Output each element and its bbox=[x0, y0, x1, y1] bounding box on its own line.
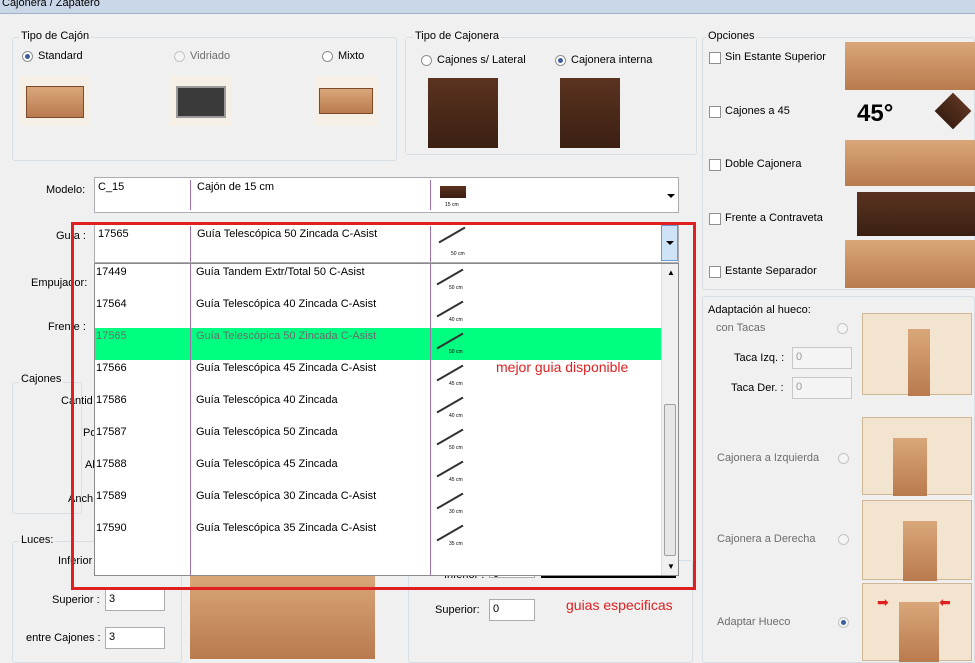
cajones-lateral-radio[interactable] bbox=[421, 55, 432, 66]
sin-estante-label: Sin Estante Superior bbox=[725, 51, 826, 63]
estante-separador-checkbox[interactable] bbox=[709, 266, 721, 278]
cajones-45-checkbox[interactable] bbox=[709, 106, 721, 118]
tipo-cajon-label: Tipo de Cajón bbox=[19, 30, 92, 42]
entre-cajones-input[interactable]: 3 bbox=[105, 627, 165, 649]
standard-radio[interactable] bbox=[22, 51, 33, 62]
sin-estante-image bbox=[845, 42, 975, 90]
doble-cajonera-label: Doble Cajonera bbox=[725, 158, 802, 170]
con-tacas-label: con Tacas bbox=[716, 322, 766, 334]
modelo-label: Modelo: bbox=[46, 184, 86, 196]
vidriado-radio[interactable] bbox=[174, 51, 185, 62]
taca-izq-input[interactable]: 0 bbox=[792, 347, 852, 369]
con-tacas-radio[interactable] bbox=[837, 323, 848, 334]
specific-guides-annotation: guias especificas bbox=[566, 597, 673, 613]
izquierda-radio[interactable] bbox=[838, 453, 849, 464]
superior-label: Superior : bbox=[52, 594, 100, 606]
con-tacas-image bbox=[862, 313, 972, 396]
mixto-label: Mixto bbox=[338, 50, 365, 62]
adaptar-hueco-image: ➡ ⬅ bbox=[862, 583, 972, 662]
standard-drawer-image bbox=[20, 76, 90, 126]
cajones-label: Cajones bbox=[19, 373, 64, 385]
estante-separador-image bbox=[845, 240, 975, 288]
vidriado-label: Vidriado bbox=[190, 50, 231, 62]
opciones-label: Opciones bbox=[706, 30, 757, 42]
taca-der-label: Taca Der. : bbox=[731, 382, 784, 394]
sin-estante-checkbox[interactable] bbox=[709, 52, 721, 64]
modelo-desc: Cajón de 15 cm bbox=[197, 181, 275, 193]
cajonera-interna-radio[interactable] bbox=[555, 55, 566, 66]
izquierda-label: Cajonera a Izquierda bbox=[717, 452, 820, 464]
chevron-down-icon[interactable] bbox=[667, 194, 675, 198]
adaptacion-label: Adaptación al hueco: bbox=[706, 304, 813, 316]
luces-label: Luces: bbox=[19, 534, 56, 546]
modelo-code: C_15 bbox=[98, 181, 125, 193]
vidriado-drawer-image bbox=[170, 76, 232, 126]
doble-cajonera-image bbox=[845, 140, 975, 186]
frente-contraveta-label: Frente a Contraveta bbox=[725, 212, 823, 224]
luces-superior-input[interactable]: 3 bbox=[105, 589, 165, 611]
modelo-thumb-caption: 15 cm bbox=[445, 202, 459, 208]
tipo-cajonera-label: Tipo de Cajonera bbox=[413, 30, 501, 42]
estante-separador-label: Estante Separador bbox=[725, 265, 817, 277]
arrow-right-icon: ➡ bbox=[877, 594, 889, 610]
frente-contraveta-image bbox=[857, 192, 975, 236]
title-bar: Cajonera / Zapatero bbox=[0, 0, 975, 14]
taca-izq-label: Taca Izq. : bbox=[734, 352, 785, 364]
best-guide-annotation: mejor guia disponible bbox=[496, 359, 629, 375]
taca-der-input[interactable]: 0 bbox=[792, 377, 852, 399]
standard-label: Standard bbox=[38, 50, 83, 62]
modelo-combo[interactable]: C_15 Cajón de 15 cm 15 cm bbox=[94, 177, 679, 213]
doble-cajonera-checkbox[interactable] bbox=[709, 159, 721, 171]
adaptar-hueco-radio[interactable] bbox=[838, 617, 849, 628]
modelo-thumb bbox=[440, 186, 466, 198]
derecha-radio[interactable] bbox=[838, 534, 849, 545]
cajonera-interna-image bbox=[560, 78, 620, 148]
adaptar-hueco-label: Adaptar Hueco bbox=[717, 616, 791, 628]
entre-cajones-label: entre Cajones : bbox=[26, 632, 101, 644]
annotation-box bbox=[71, 222, 696, 590]
cajones-lateral-image bbox=[428, 78, 498, 148]
mid-superior-label: Superior: bbox=[435, 604, 480, 616]
izquierda-image bbox=[862, 417, 972, 496]
window-title: Cajonera / Zapatero bbox=[2, 0, 100, 9]
mixto-radio[interactable] bbox=[322, 51, 333, 62]
derecha-image bbox=[862, 500, 972, 581]
cajonera-interna-label: Cajonera interna bbox=[571, 54, 653, 66]
mid-superior-input[interactable]: 0 bbox=[489, 599, 535, 621]
derecha-label: Cajonera a Derecha bbox=[717, 533, 816, 545]
cajones-45-label: Cajones a 45 bbox=[725, 105, 790, 117]
mixto-drawer-image bbox=[315, 76, 377, 126]
cajones-lateral-label: Cajones s/ Lateral bbox=[437, 54, 526, 66]
frente-contraveta-checkbox[interactable] bbox=[709, 213, 721, 225]
angle-45-label: 45° bbox=[857, 100, 894, 127]
arrow-left-icon: ⬅ bbox=[939, 594, 951, 610]
